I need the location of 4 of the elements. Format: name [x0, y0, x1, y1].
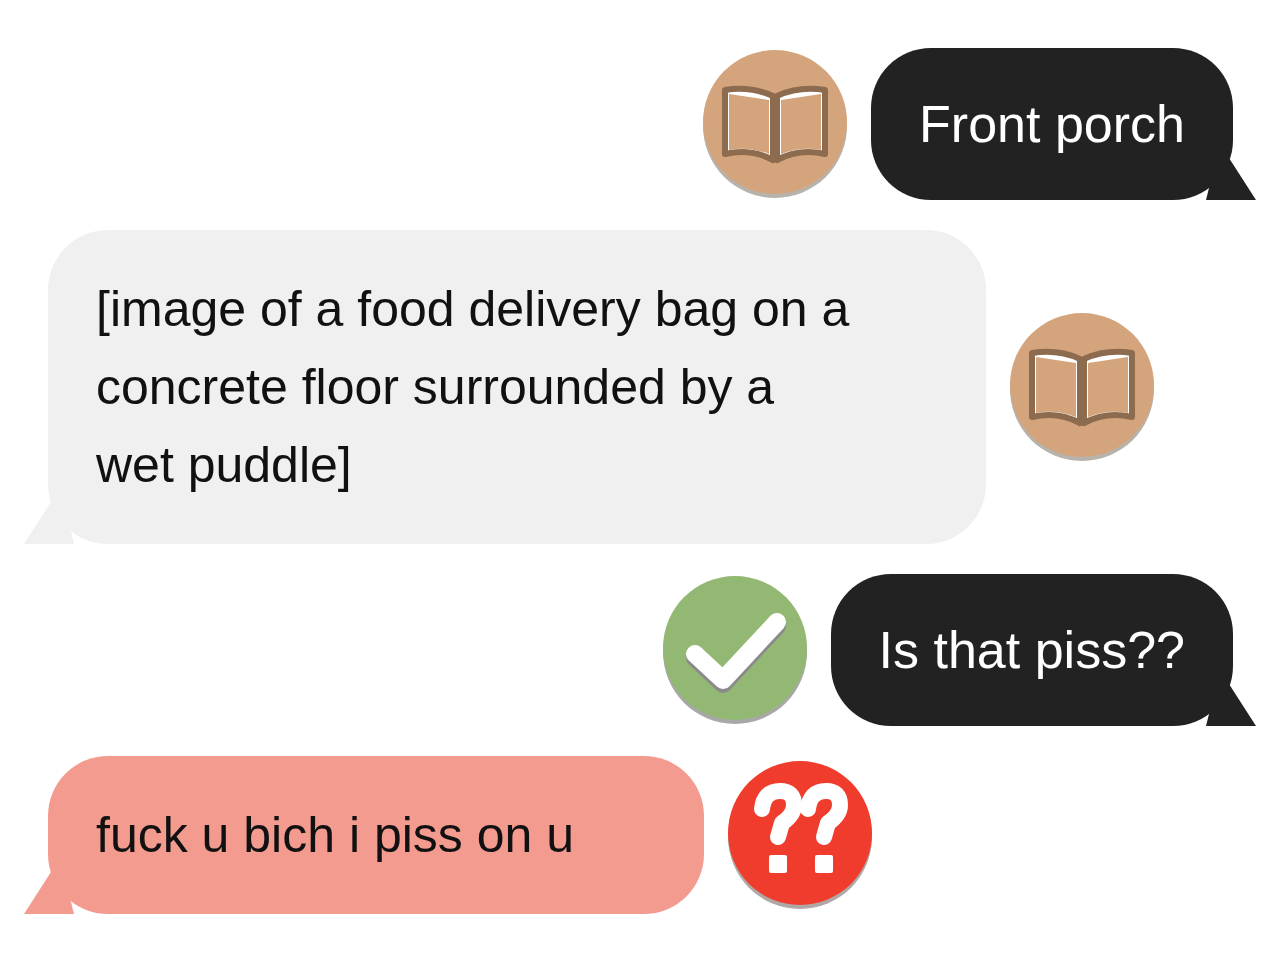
message-bubble: Is that piss?? — [830, 574, 1233, 726]
message-bubble: Front porch — [871, 48, 1233, 200]
message-bubble: fuck u bich i piss on u — [48, 756, 705, 914]
message-bubble: [image of a food delivery bag on a concrete floor surrounded by a wet puddle] — [48, 230, 986, 544]
